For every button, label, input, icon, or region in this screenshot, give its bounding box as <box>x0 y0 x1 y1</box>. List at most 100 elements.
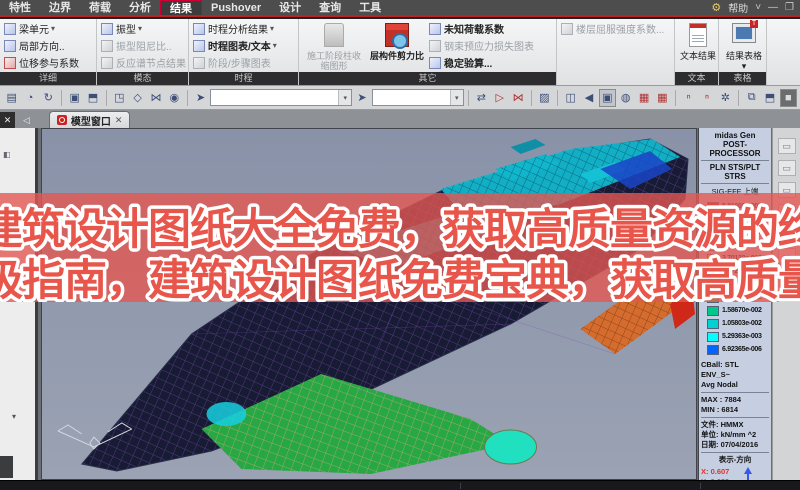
main-area: ◧ ▾ midas Gen POST-PROCESSOR PLN STS/PLT… <box>0 128 800 490</box>
legend-row: 6.92365e-006 <box>701 343 769 356</box>
resize-icon[interactable]: ⇄ <box>473 89 490 107</box>
close-pane-button[interactable]: ✕ <box>0 112 15 128</box>
mesh-display-icon[interactable]: ✲ <box>717 89 734 107</box>
legend-swatch <box>707 240 719 251</box>
menu-tab-results[interactable]: 结果 <box>160 0 202 15</box>
chevron-down-icon[interactable]: ˅ <box>755 2 761 13</box>
select-polygon-icon[interactable]: ◇ <box>129 89 146 107</box>
view-direction-label: 表示-方向 <box>718 455 752 464</box>
menu-tab-boundary[interactable]: 边界 <box>40 0 80 15</box>
side-tool-button[interactable]: ▭ <box>777 182 796 198</box>
legend-swatch <box>707 253 719 264</box>
menu-tab-tools[interactable]: 工具 <box>350 0 390 15</box>
stability-check-icon <box>429 56 441 69</box>
legend-swatch <box>707 201 719 212</box>
response-spectrum-node-button[interactable]: 反应谱节点结果 <box>101 55 186 70</box>
model-window-icon <box>56 115 67 125</box>
zoom-fit-icon[interactable]: ◉ <box>166 89 183 107</box>
legend-swatch <box>707 305 719 316</box>
export-view-icon[interactable]: ⬒ <box>84 89 101 107</box>
text-results-button[interactable]: 文本结果 <box>679 21 717 61</box>
perspective-icon[interactable]: ◍ <box>617 89 634 107</box>
group-caption-other: 其它 <box>299 72 556 85</box>
pick-icon[interactable]: ➤ <box>353 89 370 107</box>
gear-icon[interactable]: ⚙ <box>711 1 721 14</box>
story-yield-factor-icon <box>561 22 573 35</box>
side-tool-button[interactable]: ▭ <box>777 138 796 154</box>
combo-arrow-icon[interactable]: ▾ <box>338 90 352 105</box>
left-result-icon[interactable]: ◧ <box>3 150 11 159</box>
side-tool-button[interactable]: ▭ <box>777 204 796 220</box>
side-tool-button[interactable]: ▭ <box>777 160 796 176</box>
legend-row: 3.70138e-002 <box>701 252 769 265</box>
modal-damping-button[interactable]: 振型阻尼比.. <box>101 38 184 53</box>
lock-model-icon[interactable]: ⬒ <box>761 89 778 107</box>
construction-stage-column-button[interactable]: 施工阶段柱收缩图形 <box>303 21 365 71</box>
tendon-loss-graph-button[interactable]: 钢束预应力损失图表 <box>429 38 534 53</box>
menu-bar: 特性 边界 荷载 分析 结果 Pushover 设计 查询 工具 ⚙ 帮助 ˅ … <box>0 0 800 17</box>
tab-scroll-left-icon[interactable]: ◁ <box>18 112 35 128</box>
unknown-load-factor-icon <box>429 22 441 35</box>
model-viewport[interactable] <box>41 128 697 480</box>
menu-tab-load[interactable]: 荷载 <box>80 0 120 15</box>
group-combo[interactable]: ▾ <box>371 89 464 106</box>
activate-identity-icon[interactable]: ⋈ <box>509 89 526 107</box>
cursor-icon[interactable]: ➤ <box>192 89 209 107</box>
story-yield-factor-button[interactable]: 楼层屈服强度系数... <box>561 21 670 36</box>
lock-view-icon[interactable]: ▣ <box>598 88 617 107</box>
fence-select-icon[interactable]: ◫ <box>562 89 579 107</box>
legend-row: 2.11537e-002 <box>701 291 769 304</box>
ribbon-group-other2: 楼层屈服强度系数... <box>557 19 675 85</box>
dynamic-report-icon[interactable]: ▤ <box>3 89 20 107</box>
display-option-icon[interactable]: ▦ <box>635 89 652 107</box>
display-option2-icon[interactable]: ▦ <box>654 89 671 107</box>
named-view-icon[interactable]: ▣ <box>66 89 83 107</box>
close-tab-icon[interactable]: ✕ <box>115 115 123 126</box>
result-tables-button[interactable]: 结果表格▾ <box>723 20 765 71</box>
rotate-view-icon[interactable]: ↻ <box>40 89 57 107</box>
local-direction-button[interactable]: 局部方向.. <box>4 38 92 53</box>
beam-element-button[interactable]: 梁单元 ▾ <box>4 21 92 36</box>
menu-tab-design[interactable]: 设计 <box>270 0 310 15</box>
help-button[interactable]: 帮助 <box>728 0 748 15</box>
restore-window-button[interactable]: ❐ <box>785 2 794 13</box>
th-results-button[interactable]: 时程分析结果 ▾ <box>193 21 294 36</box>
node-number-icon[interactable]: ⁿ <box>680 89 697 107</box>
combo-arrow-icon[interactable]: ▾ <box>449 90 463 105</box>
orbit-icon[interactable]: ◔ <box>21 89 38 107</box>
stage-step-graph-button[interactable]: 阶段/步骤图表 <box>193 55 294 70</box>
stability-check-button[interactable]: 稳定验算... <box>429 55 533 70</box>
ribbon-group-text: 文本结果 文本 <box>675 19 719 85</box>
minimize-button[interactable]: — <box>768 2 778 13</box>
left-panel-strip[interactable]: ◧ ▾ <box>0 128 38 480</box>
menu-tab-query[interactable]: 查询 <box>310 0 350 15</box>
app-name: midas Gen <box>714 131 756 140</box>
local-direction-icon <box>4 39 16 52</box>
element-number-icon[interactable]: ⁿ <box>698 89 715 107</box>
unknown-load-factor-button[interactable]: 未知荷载系数 <box>429 21 533 36</box>
legend-row: 2.64404e-002 <box>701 278 769 291</box>
mode-shape-button[interactable]: 振型 ▾ <box>101 21 184 36</box>
selection-filter-combo[interactable]: ▾ <box>210 89 353 106</box>
side-tool-button[interactable]: ▭ <box>777 226 796 242</box>
displacement-factor-button[interactable]: 位移参与系数 <box>4 55 92 70</box>
tab-model-window[interactable]: 模型窗口 ✕ <box>48 111 131 128</box>
dock-handle[interactable] <box>0 456 13 478</box>
story-shear-ratio-button[interactable]: 层构件剪力比 <box>369 21 425 71</box>
menu-tab-analysis[interactable]: 分析 <box>120 0 160 15</box>
menu-tab-pushover[interactable]: Pushover <box>202 0 270 15</box>
select-window-icon[interactable]: ◳ <box>111 89 128 107</box>
copy-view-icon[interactable]: ⧉ <box>743 89 760 107</box>
left-dropdown-icon[interactable]: ▾ <box>12 412 16 421</box>
side-tool-button[interactable]: ▭ <box>777 248 796 264</box>
unit-label: 单位: kN/mm ^2 <box>701 430 757 439</box>
slant-view-icon[interactable]: ▨ <box>536 89 553 107</box>
render-view-icon[interactable]: ◀ <box>580 89 597 107</box>
th-graph-text-button[interactable]: 时程图表/文本 ▾ <box>193 38 294 53</box>
dark-tool-icon[interactable]: ■ <box>779 88 798 107</box>
status-bar <box>0 480 800 490</box>
activate-icon[interactable]: ▷ <box>491 89 508 107</box>
th-results-icon <box>193 22 205 35</box>
menu-tab-properties[interactable]: 特性 <box>0 0 40 15</box>
select-intersect-icon[interactable]: ⋈ <box>147 89 164 107</box>
